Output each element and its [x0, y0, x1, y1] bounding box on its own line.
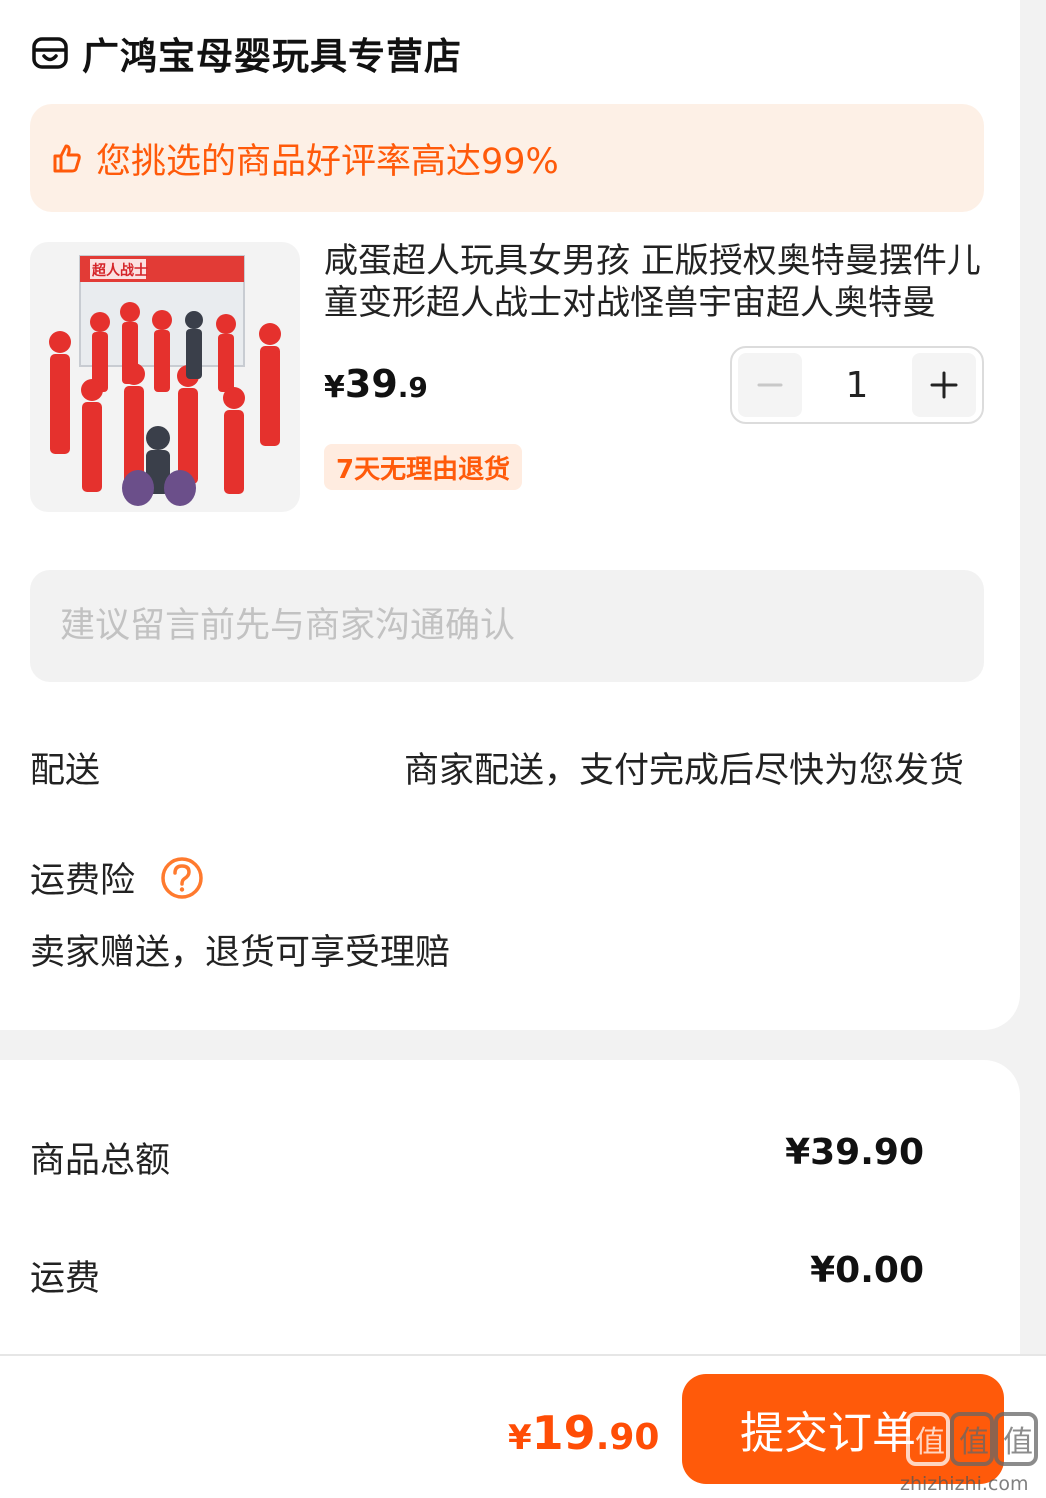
total-currency: ¥ — [508, 1418, 532, 1458]
total-integer: 19 — [531, 1406, 596, 1460]
quantity-value[interactable]: 1 — [846, 365, 869, 406]
minus-icon — [757, 383, 783, 387]
price-currency: ¥ — [324, 370, 345, 405]
store-header[interactable]: 广鸿宝母婴玩具专营店 — [30, 26, 462, 80]
product-title[interactable]: 咸蛋超人玩具女男孩 正版授权奥特曼摆件儿童变形超人战士对战怪兽宇宙超人奥特曼 — [324, 240, 994, 324]
payable-total: ¥19.90 — [508, 1406, 659, 1460]
goods-total-label: 商品总额 — [30, 1141, 171, 1181]
shipping-insurance-label: 运费险 — [30, 861, 136, 901]
thumbs-up-icon — [53, 144, 81, 173]
rating-banner: 您挑选的商品好评率高达99% — [30, 104, 984, 212]
return-policy-badge: 7天无理由退货 — [324, 444, 523, 490]
shipping-insurance-row: 运费险 — [30, 852, 205, 903]
product-image[interactable]: 超人战士 — [30, 242, 300, 512]
total-decimal: .90 — [595, 1417, 660, 1458]
store-icon — [32, 37, 68, 69]
question-circle-icon[interactable] — [159, 855, 205, 901]
delivery-value: 商家配送，支付完成后尽快为您发货 — [403, 751, 964, 791]
store-name[interactable]: 广鸿宝母婴玩具专营店 — [82, 26, 462, 80]
product-price: ¥39.9 — [324, 362, 428, 406]
product-image-art: 超人战士 — [49, 255, 281, 506]
plus-icon — [930, 371, 958, 399]
price-decimal: .9 — [397, 371, 428, 404]
shipping-fee-label: 运费 — [30, 1259, 101, 1299]
quantity-stepper: 1 — [730, 346, 984, 424]
decrement-button[interactable] — [738, 353, 802, 417]
price-integer: 39 — [344, 362, 398, 406]
delivery-label: 配送 — [30, 751, 101, 791]
box-label: 超人战士 — [91, 262, 148, 279]
checkout-bar: ¥19.90 提交订单 — [0, 1354, 1046, 1498]
goods-total-value: ¥39.90 — [785, 1132, 924, 1173]
increment-button[interactable] — [912, 353, 976, 417]
message-input[interactable] — [30, 570, 984, 682]
rating-text: 您挑选的商品好评率高达99% — [96, 141, 559, 182]
shipping-fee-value: ¥0.00 — [810, 1250, 924, 1291]
shipping-insurance-description: 卖家赠送，退货可享受理赔 — [30, 933, 451, 973]
submit-order-button[interactable]: 提交订单 — [682, 1374, 1004, 1484]
